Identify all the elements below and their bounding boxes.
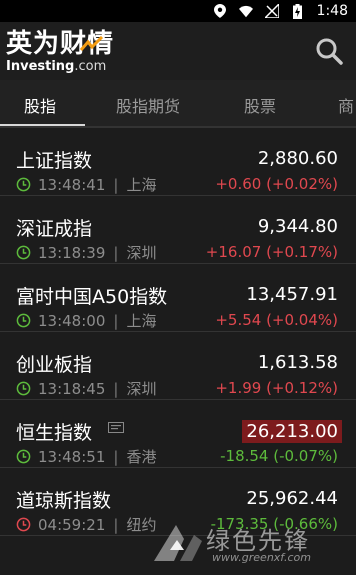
index-change: +16.07 (+0.17%): [205, 243, 338, 261]
index-price: 9,344.80: [257, 216, 338, 237]
index-time: 13:18:45: [38, 379, 106, 398]
logo-brand: Investing: [6, 59, 75, 74]
index-row-dow-jones[interactable]: 道琼斯指数 25,962.44 04:59:21 | 纽约 -173.35 (-…: [0, 468, 356, 536]
active-tab-indicator: [0, 124, 85, 126]
investing-logo[interactable]: 英为财情 Investing.com: [6, 30, 136, 74]
index-meta: 04:59:21 | 纽约: [16, 514, 156, 535]
status-bar: 1:48: [0, 0, 356, 22]
index-name: 深证成指: [16, 218, 93, 240]
index-market: 纽约: [126, 516, 157, 534]
watermark-en: www.greenxf.com: [212, 551, 311, 564]
index-meta: 13:48:41 | 上海: [16, 174, 156, 195]
index-market: 深圳: [126, 244, 157, 262]
search-button[interactable]: [314, 36, 344, 66]
app-header: 英为财情 Investing.com: [0, 22, 356, 81]
index-time: 13:48:41: [38, 175, 106, 194]
index-price: 25,962.44: [246, 488, 338, 509]
index-price: 13,457.91: [246, 284, 338, 305]
index-change: +5.54 (+0.04%): [215, 311, 338, 329]
status-time: 1:48: [316, 3, 348, 19]
logo-accent-icon: [80, 36, 104, 51]
tab-commodities[interactable]: 商: [338, 93, 354, 117]
index-row-shenzhen-component[interactable]: 深证成指 9,344.80 13:18:39 | 深圳 +16.07 (+0.1…: [0, 196, 356, 264]
index-time: 13:48:51: [38, 447, 106, 466]
category-tabs: 股指 股指期货 股票 商: [0, 80, 356, 128]
delayed-data-icon: [108, 422, 124, 433]
separator: |: [113, 175, 119, 194]
index-meta: 13:48:00 | 上海: [16, 310, 156, 331]
index-change: -18.54 (-0.07%): [220, 447, 338, 465]
location-icon: [213, 4, 227, 18]
logo-cn-text: 英为财情: [6, 29, 115, 59]
signal-off-icon: [264, 4, 279, 18]
logo-en: Investing.com: [6, 60, 136, 74]
clock-icon: [16, 381, 31, 396]
index-market: 上海: [126, 312, 157, 330]
index-price-flash: 26,213.00: [242, 420, 342, 443]
scroll-up-icon[interactable]: [170, 540, 184, 550]
index-change: +0.60 (+0.02%): [215, 175, 338, 193]
index-name: 上证指数: [16, 150, 93, 172]
clock-icon: [16, 245, 31, 260]
index-time: 13:48:00: [38, 311, 106, 330]
search-icon: [316, 38, 343, 65]
index-time: 13:18:39: [38, 243, 106, 262]
index-change: +1.99 (+0.12%): [215, 379, 338, 397]
index-name: 道琼斯指数: [16, 490, 112, 512]
index-row-ftse-china-a50[interactable]: 富时中国A50指数 13,457.91 13:48:00 | 上海 +5.54 …: [0, 264, 356, 332]
separator: |: [113, 447, 119, 466]
separator: |: [113, 243, 119, 262]
logo-suffix: .com: [74, 59, 107, 74]
index-market: 深圳: [126, 380, 157, 398]
index-meta: 13:18:45 | 深圳: [16, 378, 156, 399]
tab-indices[interactable]: 股指: [24, 93, 56, 117]
battery-charging-icon: [291, 3, 305, 19]
index-price: 1,613.58: [257, 352, 338, 373]
index-name: 富时中国A50指数: [16, 286, 168, 308]
index-meta: 13:48:51 | 香港: [16, 446, 156, 467]
separator: |: [113, 379, 119, 398]
tab-stocks[interactable]: 股票: [244, 93, 276, 117]
separator: |: [113, 311, 119, 330]
index-meta: 13:18:39 | 深圳: [16, 242, 156, 263]
wifi-icon: [238, 4, 253, 18]
index-row-chinext[interactable]: 创业板指 1,613.58 13:18:45 | 深圳 +1.99 (+0.12…: [0, 332, 356, 400]
index-time: 04:59:21: [38, 515, 106, 534]
index-name: 创业板指: [16, 354, 93, 376]
index-row-shanghai-composite[interactable]: 上证指数 2,880.60 13:48:41 | 上海 +0.60 (+0.02…: [0, 128, 356, 196]
index-market: 香港: [126, 448, 157, 466]
index-market: 上海: [126, 176, 157, 194]
index-change: -173.35 (-0.66%): [210, 515, 338, 533]
index-price: 2,880.60: [257, 148, 338, 169]
clock-closed-icon: [16, 517, 31, 532]
separator: |: [113, 515, 119, 534]
index-name: 恒生指数: [16, 422, 93, 444]
index-row-hang-seng[interactable]: 恒生指数 26,213.00 13:48:51 | 香港 -18.54 (-0.…: [0, 400, 356, 468]
tab-index-futures[interactable]: 股指期货: [116, 93, 180, 117]
clock-icon: [16, 313, 31, 328]
index-list: 上证指数 2,880.60 13:48:41 | 上海 +0.60 (+0.02…: [0, 128, 356, 536]
clock-icon: [16, 449, 31, 464]
clock-icon: [16, 177, 31, 192]
